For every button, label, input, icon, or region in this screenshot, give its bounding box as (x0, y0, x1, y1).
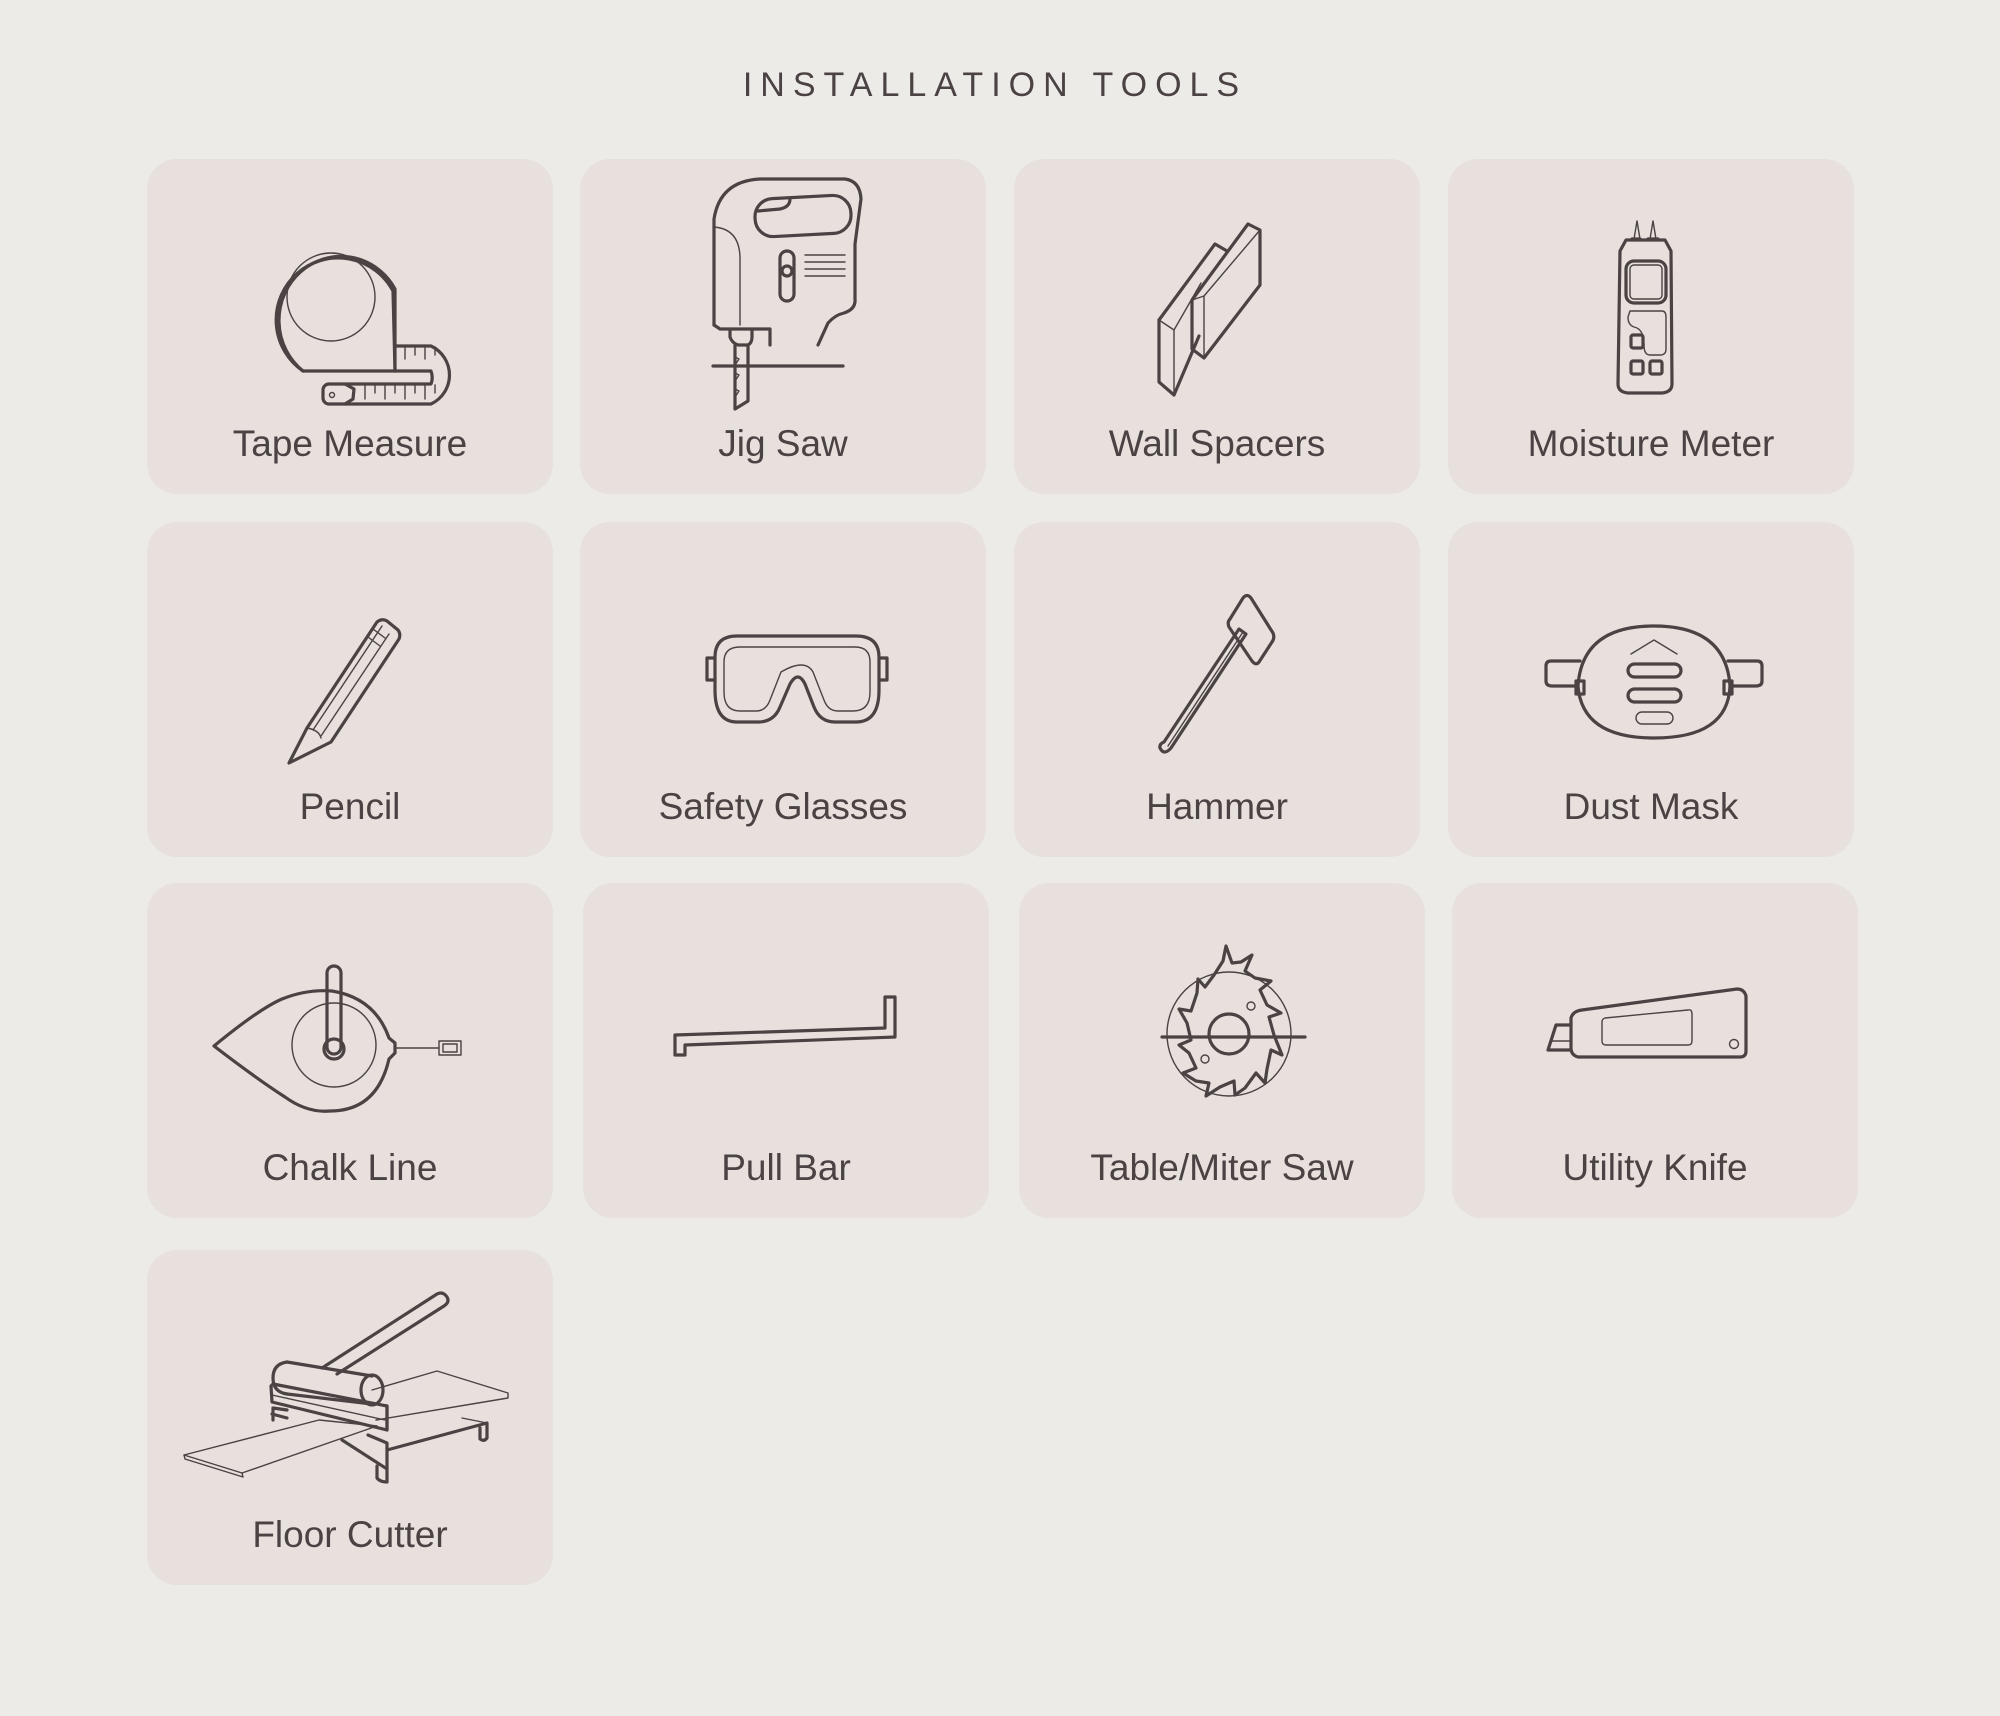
tool-label: Table/Miter Saw (1090, 1147, 1354, 1188)
table-miter-saw-icon (1019, 883, 1425, 1153)
tool-card-pencil: Pencil (147, 522, 553, 857)
tape-measure-icon (147, 159, 553, 429)
dust-mask-icon (1448, 522, 1854, 792)
moisture-meter-icon (1448, 159, 1854, 429)
tool-label: Jig Saw (718, 423, 848, 464)
pencil-icon (147, 522, 553, 792)
tool-label: Pencil (299, 786, 401, 827)
tool-label: Wall Spacers (1108, 423, 1326, 464)
tool-label: Dust Mask (1563, 786, 1739, 827)
tool-card-dust-mask: Dust Mask (1448, 522, 1854, 857)
tool-card-tape-measure: Tape Measure (147, 159, 553, 494)
tool-label: Safety Glasses (658, 786, 908, 827)
safety-glasses-icon (580, 522, 986, 792)
floor-cutter-icon (147, 1250, 553, 1520)
tool-card-hammer: Hammer (1014, 522, 1420, 857)
wall-spacers-icon (1014, 159, 1420, 429)
chalk-line-icon (147, 883, 553, 1153)
tool-card-table-miter-saw: Table/Miter Saw (1019, 883, 1425, 1218)
tool-label: Tape Measure (232, 423, 468, 464)
utility-knife-icon (1452, 883, 1858, 1153)
tool-label: Utility Knife (1562, 1147, 1748, 1188)
tool-label: Chalk Line (262, 1147, 438, 1188)
tool-label: Moisture Meter (1527, 423, 1775, 464)
jig-saw-icon (580, 159, 986, 429)
tool-label: Floor Cutter (252, 1514, 448, 1555)
tool-card-chalk-line: Chalk Line (147, 883, 553, 1218)
pull-bar-icon (583, 883, 989, 1153)
tool-card-pull-bar: Pull Bar (583, 883, 989, 1218)
tool-card-wall-spacers: Wall Spacers (1014, 159, 1420, 494)
tool-card-floor-cutter: Floor Cutter (147, 1250, 553, 1585)
tool-card-safety-glasses: Safety Glasses (580, 522, 986, 857)
tool-card-utility-knife: Utility Knife (1452, 883, 1858, 1218)
tool-card-moisture-meter: Moisture Meter (1448, 159, 1854, 494)
page-title: INSTALLATION TOOLS (742, 66, 1248, 104)
hammer-icon (1014, 522, 1420, 792)
tool-card-jig-saw: Jig Saw (580, 159, 986, 494)
tool-label: Hammer (1146, 786, 1288, 827)
tool-label: Pull Bar (721, 1147, 851, 1188)
